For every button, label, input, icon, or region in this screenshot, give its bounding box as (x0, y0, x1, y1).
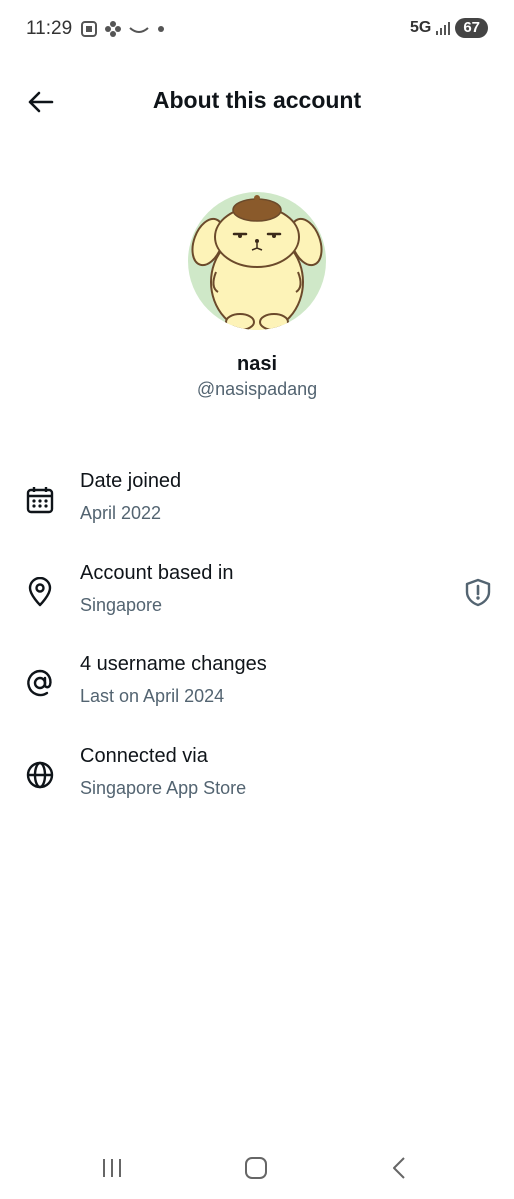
page-title: About this account (152, 87, 362, 113)
display-name: nasi (236, 353, 278, 375)
row-subtitle: Singapore (80, 595, 163, 615)
smile-icon (129, 27, 149, 33)
info-row-account-based-in: Account based in Singapore (0, 562, 514, 634)
status-time: 11:29 (26, 18, 73, 39)
home-icon (245, 1157, 267, 1179)
system-nav-bar (0, 1140, 514, 1199)
row-subtitle: Singapore App Store (80, 778, 247, 798)
avatar-image (191, 195, 323, 330)
row-title: Date joined (80, 470, 182, 492)
row-subtitle: April 2022 (80, 503, 162, 523)
row-title: Connected via (80, 745, 208, 767)
calendar-icon (24, 484, 56, 516)
info-row-date-joined: Date joined April 2022 (0, 470, 514, 542)
row-subtitle: Last on April 2024 (80, 686, 225, 706)
globe-icon (24, 759, 56, 791)
screenshot-icon (81, 21, 97, 37)
row-title: Account based in (80, 562, 234, 584)
shield-alert-icon[interactable] (462, 576, 494, 608)
status-bar: 11:29 5G 67 (0, 0, 514, 60)
info-row-username-changes: 4 username changes Last on April 2024 (0, 653, 514, 725)
info-row-connected-via: Connected via Singapore App Store (0, 745, 514, 817)
avatar[interactable] (188, 192, 326, 330)
signal-icon (436, 22, 451, 35)
flower-icon (105, 21, 121, 37)
dot-icon (158, 26, 164, 32)
recents-button[interactable] (92, 1152, 132, 1184)
status-right: 5G 67 (410, 18, 488, 38)
network-label: 5G (409, 19, 432, 36)
at-sign-icon (24, 667, 56, 699)
notification-icons (80, 20, 166, 38)
username-handle: @nasispadang (196, 379, 318, 399)
back-icon (393, 1157, 405, 1179)
header: About this account (0, 70, 514, 132)
row-title: 4 username changes (80, 653, 267, 675)
battery-badge: 67 (455, 18, 488, 38)
location-pin-icon (24, 576, 56, 608)
recents-icon (103, 1159, 121, 1177)
system-back-button[interactable] (380, 1152, 420, 1184)
home-button[interactable] (236, 1152, 276, 1184)
